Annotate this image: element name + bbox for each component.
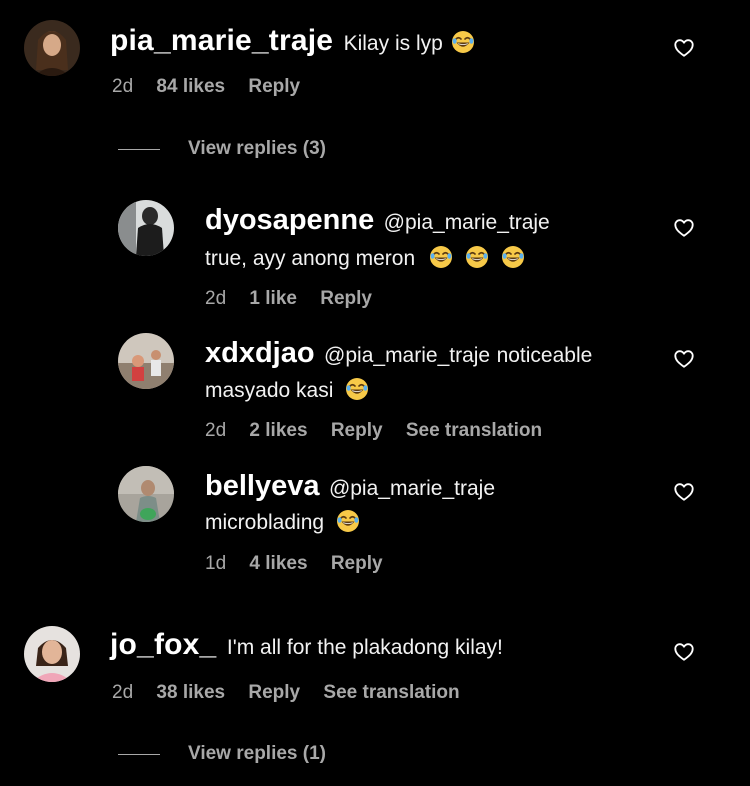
mention-link[interactable]: @pia_marie_traje: [324, 344, 490, 367]
reply-item: dyosapenne @pia_marie_traje true, ayy an…: [0, 190, 750, 320]
face-with-tears-of-joy-icon: [465, 245, 489, 269]
username[interactable]: dyosapenne: [205, 204, 374, 236]
username[interactable]: pia_marie_traje: [110, 24, 333, 57]
mention-link[interactable]: @pia_marie_traje: [329, 477, 495, 500]
avatar[interactable]: [24, 626, 80, 682]
heart-outline-icon[interactable]: [673, 348, 695, 370]
reply-button[interactable]: Reply: [248, 682, 300, 703]
reply-item: bellyeva @pia_marie_traje microblading 1…: [0, 457, 750, 587]
view-replies-button[interactable]: View replies (3): [188, 138, 326, 160]
face-with-tears-of-joy-icon: [501, 245, 525, 269]
timestamp: 2d: [112, 682, 134, 703]
avatar[interactable]: [118, 466, 174, 522]
avatar[interactable]: [118, 200, 174, 256]
view-replies-button[interactable]: View replies (1): [188, 743, 326, 765]
view-replies-divider: [118, 754, 160, 755]
reply-button[interactable]: Reply: [331, 420, 383, 441]
likes-count[interactable]: 2 likes: [249, 420, 307, 441]
see-translation-button[interactable]: See translation: [406, 420, 542, 441]
reply-meta: 2d 1 like Reply: [205, 288, 390, 310]
reply-text-inline: noticeable: [496, 344, 593, 367]
timestamp: 2d: [112, 76, 134, 97]
likes-count[interactable]: 84 likes: [156, 76, 225, 97]
avatar[interactable]: [118, 333, 174, 389]
see-translation-button[interactable]: See translation: [323, 682, 459, 703]
reply-text: true, ayy anong meron: [205, 247, 416, 270]
likes-count[interactable]: 1 like: [249, 288, 297, 309]
comment-text: I'm all for the plakadong kilay!: [226, 636, 503, 659]
comment-item: jo_fox_ I'm all for the plakadong kilay!…: [0, 612, 750, 786]
username[interactable]: jo_fox_: [110, 628, 216, 661]
mention-link[interactable]: @pia_marie_traje: [384, 211, 550, 234]
heart-outline-icon[interactable]: [673, 37, 695, 59]
username[interactable]: bellyeva: [205, 470, 319, 502]
heart-outline-icon[interactable]: [673, 217, 695, 239]
timestamp: 2d: [205, 420, 227, 441]
heart-outline-icon[interactable]: [673, 641, 695, 663]
comment-meta: 2d 84 likes Reply: [112, 76, 318, 98]
likes-count[interactable]: 38 likes: [156, 682, 225, 703]
reply-button[interactable]: Reply: [248, 76, 300, 97]
comment-item: pia_marie_traje Kilay is lyp 2d 84 likes…: [0, 0, 750, 170]
timestamp: 1d: [205, 553, 227, 574]
likes-count[interactable]: 4 likes: [249, 553, 307, 574]
view-replies-divider: [118, 149, 160, 150]
comment-text: Kilay is lyp: [343, 32, 443, 55]
face-with-tears-of-joy-icon: [429, 245, 453, 269]
reply-meta: 1d 4 likes Reply: [205, 553, 401, 575]
reply-item: xdxdjao @pia_marie_traje noticeable masy…: [0, 325, 750, 455]
username[interactable]: xdxdjao: [205, 337, 315, 369]
reply-meta: 2d 2 likes Reply See translation: [205, 420, 560, 442]
heart-outline-icon[interactable]: [673, 481, 695, 503]
avatar[interactable]: [24, 20, 80, 76]
face-with-tears-of-joy-icon: [345, 377, 369, 401]
face-with-tears-of-joy-icon: [451, 30, 475, 54]
reply-text: microblading: [205, 511, 325, 534]
timestamp: 2d: [205, 288, 227, 309]
comment-meta: 2d 38 likes Reply See translation: [112, 682, 478, 704]
reply-button[interactable]: Reply: [331, 553, 383, 574]
reply-text: masyado kasi: [205, 379, 334, 402]
reply-button[interactable]: Reply: [320, 288, 372, 309]
face-with-tears-of-joy-icon: [336, 509, 360, 533]
